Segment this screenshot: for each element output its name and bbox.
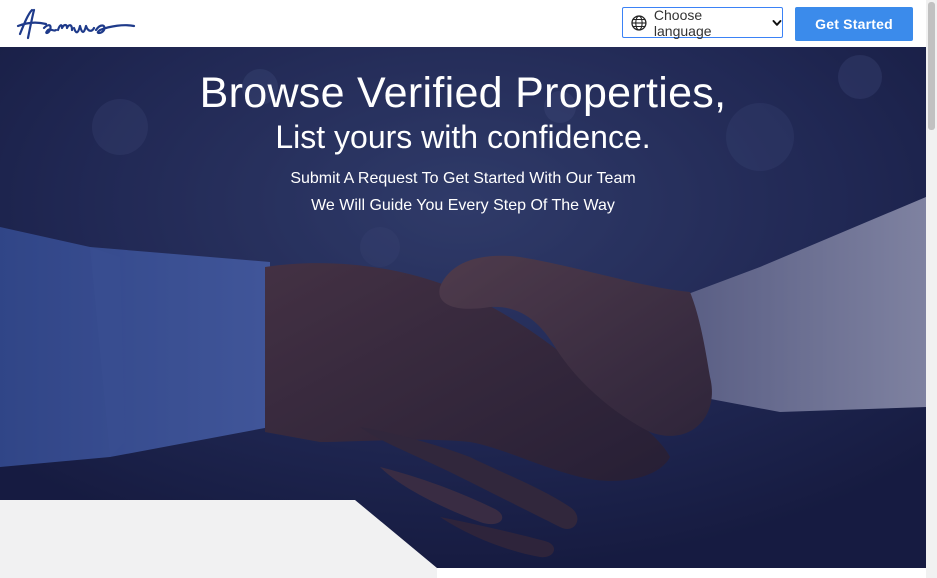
hero-text: Browse Verified Properties, List yours w… xyxy=(0,67,926,219)
language-select[interactable]: Choose language xyxy=(622,6,783,39)
page-scrollbar[interactable] xyxy=(926,0,937,578)
hero-section: Browse Verified Properties, List yours w… xyxy=(0,47,926,568)
hero-line-1: Submit A Request To Get Started With Our… xyxy=(290,170,636,187)
site-header: Choose language Get Started xyxy=(0,0,926,47)
scrollbar-thumb[interactable] xyxy=(928,2,935,130)
hero-subtitle: List yours with confidence. xyxy=(275,119,651,155)
globe-icon xyxy=(631,14,647,31)
page: Choose language Get Started Browse Verif… xyxy=(0,0,937,578)
section-divider xyxy=(0,500,926,578)
hero-line-2: We Will Guide You Every Step Of The Way xyxy=(311,197,615,214)
logo[interactable] xyxy=(14,4,138,44)
logo-signature-icon xyxy=(16,8,136,40)
get-started-button[interactable]: Get Started xyxy=(795,7,913,41)
chevron-down-icon xyxy=(772,19,782,26)
hero-title: Browse Verified Properties, xyxy=(199,69,727,117)
language-select-label: Choose language xyxy=(653,6,712,39)
